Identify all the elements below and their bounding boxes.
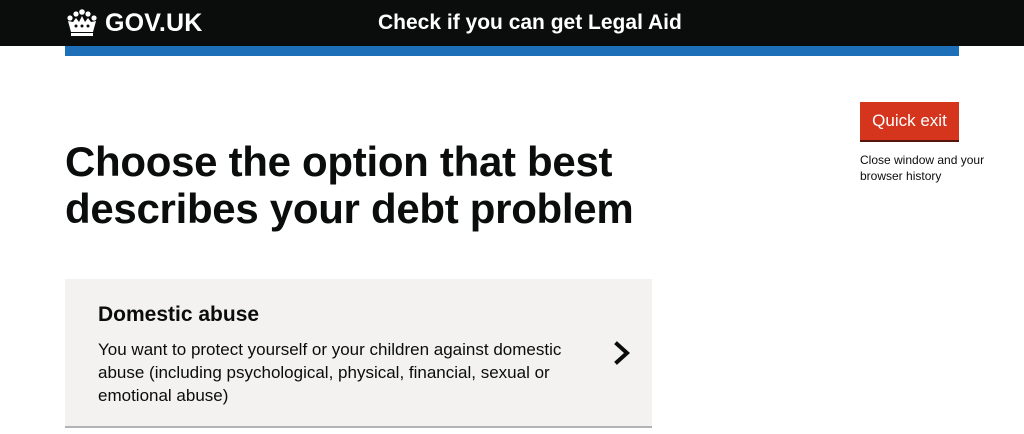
- govuk-logo-link[interactable]: GOV.UK: [65, 9, 203, 37]
- option-card-domestic-abuse[interactable]: Domestic abuse You want to protect yours…: [65, 279, 652, 428]
- crown-icon: [67, 9, 97, 36]
- site-header: GOV.UK Check if you can get Legal Aid: [0, 0, 1024, 46]
- option-description: You want to protect yourself or your chi…: [98, 340, 562, 405]
- quick-exit-hint: Close window and your browser history: [860, 153, 985, 183]
- header-accent-bar: [65, 46, 959, 56]
- quick-exit-button[interactable]: Quick exit: [860, 102, 959, 140]
- service-name-link[interactable]: Check if you can get Legal Aid: [378, 9, 682, 37]
- option-title: Domestic abuse: [98, 303, 260, 326]
- chevron-right-icon: [614, 341, 630, 365]
- logo-text: GOV.UK: [105, 9, 203, 37]
- page-title: Choose the option that best describes yo…: [65, 138, 634, 232]
